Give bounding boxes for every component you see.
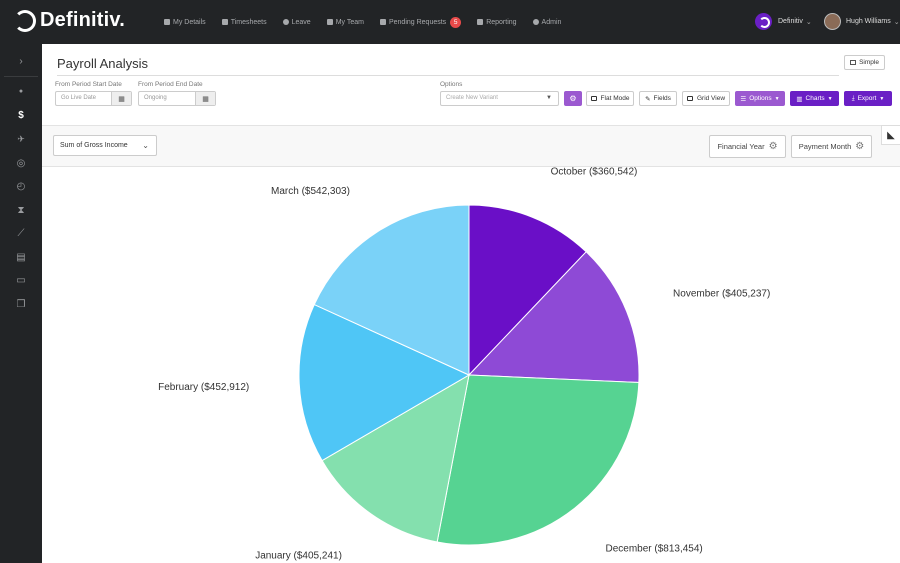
slice-label: November ($405,237) — [673, 289, 770, 300]
slice-label: March ($542,303) — [271, 186, 350, 197]
slice-label: October ($360,542) — [551, 167, 638, 178]
slice-label: January ($405,241) — [255, 551, 342, 562]
slice-label: December ($813,454) — [605, 544, 702, 555]
slice-label: February ($452,912) — [158, 382, 249, 393]
pie-chart: October ($360,542) November ($405,237) Dec… — [158, 167, 770, 562]
pie-slice[interactable] — [436, 374, 640, 546]
